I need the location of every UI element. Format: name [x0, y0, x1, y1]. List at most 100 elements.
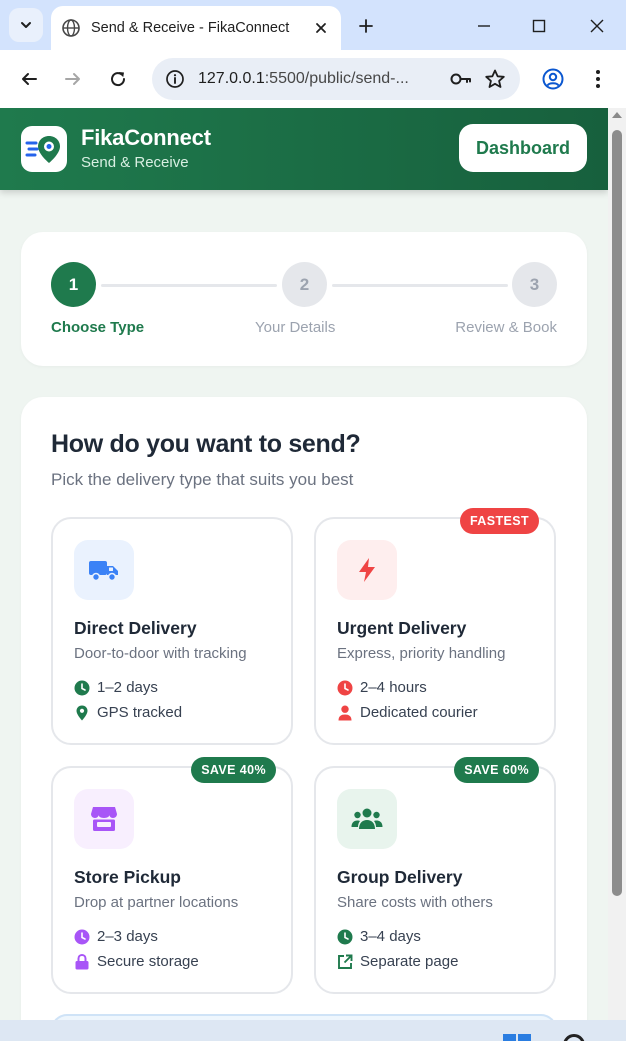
brand-subtitle: Send & Receive [81, 154, 189, 171]
arrow-right-icon [65, 73, 80, 85]
profile-avatar-icon [542, 68, 564, 90]
option-store-pickup[interactable]: Store Pickup Drop at partner locations 2… [51, 757, 293, 994]
option-title: Urgent Delivery [337, 618, 467, 638]
badge-save: SAVE 60% [454, 757, 539, 783]
option-meta-text: 1–2 days [97, 679, 158, 696]
reload-icon [111, 72, 126, 87]
bookmark-star-icon[interactable] [482, 66, 508, 92]
option-meta-text: Dedicated courier [360, 704, 478, 721]
option-meta-text: 2–3 days [97, 928, 158, 945]
clock-icon [337, 929, 353, 945]
step-connector [332, 284, 508, 287]
close-icon [590, 19, 604, 33]
page-subtitle: Pick the delivery type that suits you be… [51, 470, 354, 489]
option-description: Door-to-door with tracking [74, 645, 247, 662]
brand-name: FikaConnect [81, 125, 211, 150]
page-title: How do you want to send? [51, 430, 361, 458]
new-tab-button[interactable] [352, 12, 380, 40]
badge-save: SAVE 40% [191, 757, 276, 783]
page-scrollbar[interactable] [608, 108, 626, 1020]
site-info-icon[interactable] [164, 68, 186, 90]
option-meta-text: GPS tracked [97, 704, 183, 721]
minimize-button[interactable] [470, 12, 498, 40]
maximize-icon [532, 19, 546, 33]
step-3-circle: 3 [512, 262, 557, 307]
option-title: Store Pickup [74, 867, 181, 887]
option-urgent-delivery[interactable]: Urgent Delivery Express, priority handli… [314, 508, 556, 745]
taskbar-app-icon[interactable] [563, 1034, 585, 1041]
forward-button[interactable] [59, 65, 87, 93]
map-pin-icon [74, 705, 90, 721]
option-meta-text: 3–4 days [360, 928, 421, 945]
delivery-type-card: How do you want to send? Pick the delive… [21, 397, 587, 1020]
browser-menu-button[interactable] [584, 65, 612, 93]
user-icon [337, 705, 353, 721]
external-link-icon [337, 954, 353, 970]
bolt-icon [337, 540, 397, 600]
option-meta-duration: 2–3 days [74, 928, 158, 945]
tab-search-button[interactable] [9, 8, 43, 42]
clock-icon [74, 680, 90, 696]
app-header: FikaConnect Send & Receive Dashboard [0, 108, 608, 190]
store-icon [74, 789, 134, 849]
progress-stepper: 1 2 3 Choose Type Your Details Review & … [21, 232, 587, 366]
lock-icon [74, 953, 90, 970]
option-description: Drop at partner locations [74, 894, 239, 911]
option-title: Group Delivery [337, 867, 463, 887]
scrollbar-thumb[interactable] [612, 130, 622, 896]
browser-tab[interactable]: Send & Receive - FikaConnect [51, 6, 341, 50]
password-key-icon[interactable] [448, 66, 474, 92]
option-meta-feature: Separate page [337, 953, 458, 970]
dashboard-button[interactable]: Dashboard [459, 124, 587, 172]
tab-title: Send & Receive - FikaConnect [91, 20, 290, 36]
browser-tab-bar: Send & Receive - FikaConnect [0, 0, 626, 50]
users-icon [337, 789, 397, 849]
option-meta-duration: 3–4 days [337, 928, 421, 945]
step-2-label: Your Details [255, 319, 336, 336]
profile-button[interactable] [539, 65, 567, 93]
chevron-down-icon [21, 22, 31, 28]
url-host: 127.0.0.1 [198, 70, 265, 87]
windows-start-icon[interactable] [503, 1034, 531, 1041]
option-meta-feature: Dedicated courier [337, 704, 478, 721]
os-taskbar [0, 1020, 626, 1041]
option-meta-duration: 1–2 days [74, 679, 158, 696]
brand-logo[interactable] [21, 126, 67, 172]
reload-button[interactable] [104, 65, 132, 93]
step-1-circle: 1 [51, 262, 96, 307]
option-direct-delivery[interactable]: Direct Delivery Door-to-door with tracki… [51, 517, 293, 745]
window-close-button[interactable] [583, 12, 611, 40]
url-text: 127.0.0.1:5500/public/send-... [198, 70, 440, 88]
option-description: Express, priority handling [337, 645, 506, 662]
plus-icon [359, 19, 373, 33]
minimize-icon [478, 25, 490, 27]
option-meta-feature: Secure storage [74, 953, 199, 970]
step-connector [101, 284, 277, 287]
back-button[interactable] [15, 65, 43, 93]
option-description: Share costs with others [337, 894, 493, 911]
globe-icon [61, 18, 81, 38]
step-3-label: Review & Book [455, 319, 557, 336]
url-path: :5500/public/send-... [264, 70, 409, 87]
step-1-label: Choose Type [51, 319, 145, 336]
option-meta-feature: GPS tracked [74, 704, 182, 721]
tab-close-button[interactable] [311, 18, 331, 38]
logo-pin-icon [25, 136, 60, 163]
option-group-delivery[interactable]: Group Delivery Share costs with others 3… [314, 757, 556, 994]
option-meta-text: Secure storage [97, 953, 199, 970]
address-bar[interactable]: 127.0.0.1:5500/public/send-... [152, 58, 520, 100]
truck-icon [74, 540, 134, 600]
arrow-left-icon [22, 73, 37, 85]
option-title: Direct Delivery [74, 618, 197, 638]
badge-fastest: FASTEST [459, 508, 539, 534]
option-meta-duration: 2–4 hours [337, 679, 427, 696]
step-2-circle: 2 [282, 262, 327, 307]
scroll-up-arrow-icon[interactable] [612, 112, 622, 118]
browser-toolbar: 127.0.0.1:5500/public/send-... [0, 50, 626, 108]
close-icon [316, 23, 326, 33]
page-viewport: FikaConnect Send & Receive Dashboard 1 2… [0, 108, 608, 1020]
clock-icon [337, 680, 353, 696]
more-vertical-icon [596, 70, 600, 88]
maximize-button[interactable] [525, 12, 553, 40]
clock-icon [74, 929, 90, 945]
